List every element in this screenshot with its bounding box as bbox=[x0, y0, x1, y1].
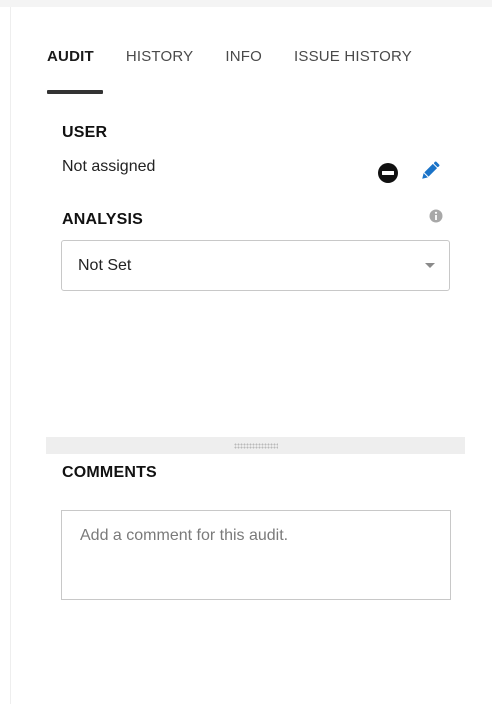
comments-label: COMMENTS bbox=[62, 464, 157, 481]
tab-bar: AUDIT HISTORY INFO ISSUE HISTORY bbox=[47, 46, 444, 96]
user-label: USER bbox=[62, 124, 108, 141]
chevron-down-icon bbox=[425, 263, 435, 268]
tab-audit[interactable]: AUDIT bbox=[47, 46, 103, 96]
analysis-select[interactable]: Not Set bbox=[61, 240, 450, 291]
tab-issue-history[interactable]: ISSUE HISTORY bbox=[294, 46, 412, 96]
remove-user-button[interactable] bbox=[376, 161, 400, 185]
pencil-icon bbox=[422, 161, 440, 179]
panel-left-border bbox=[10, 7, 11, 704]
tab-history[interactable]: HISTORY bbox=[126, 46, 194, 96]
resize-divider[interactable] bbox=[46, 437, 465, 454]
grip-icon bbox=[234, 443, 278, 449]
remove-icon bbox=[378, 163, 398, 183]
comment-input[interactable] bbox=[61, 510, 451, 600]
analysis-selected-value: Not Set bbox=[78, 257, 132, 274]
top-strip bbox=[0, 0, 492, 7]
edit-user-button[interactable] bbox=[418, 159, 442, 183]
user-value: Not assigned bbox=[62, 158, 156, 175]
analysis-info-button[interactable] bbox=[426, 206, 446, 226]
tab-info[interactable]: INFO bbox=[225, 46, 262, 96]
analysis-label: ANALYSIS bbox=[62, 211, 144, 228]
info-icon bbox=[429, 209, 443, 223]
